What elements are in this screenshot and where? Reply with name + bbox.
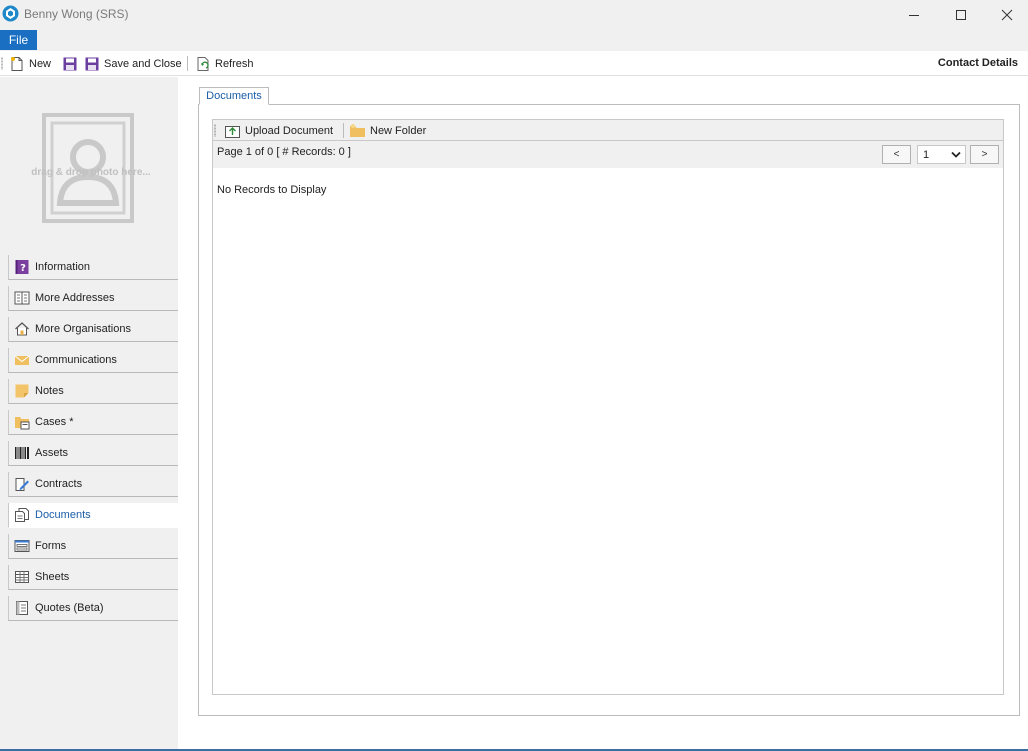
sidebar-item-label: More Addresses (35, 292, 115, 304)
upload-icon (225, 125, 240, 138)
page-select-value: 1 (923, 148, 930, 161)
sidebar-item-label: Documents (35, 509, 91, 521)
new-folder-icon (350, 123, 365, 137)
new-label: New (29, 57, 52, 70)
pager-bar: Page 1 of 0 [ # Records: 0 ] < 1 > (212, 141, 1004, 169)
new-folder-label: New Folder (370, 124, 427, 137)
sidebar-item-quotes[interactable]: Quotes (Beta) (8, 596, 178, 621)
sidebar-item-cases[interactable]: Cases * (8, 410, 178, 435)
save-and-close-button[interactable]: Save and Close (84, 55, 182, 72)
toolbar-separator (187, 56, 188, 71)
contract-pen-icon (15, 478, 29, 491)
sidebar-item-contracts[interactable]: Contracts (8, 472, 178, 497)
documents-toolbar: Upload Document New Folder (212, 119, 1004, 141)
svg-text:?: ? (20, 263, 26, 274)
sidebar-item-forms[interactable]: Forms (8, 534, 178, 559)
tab-documents[interactable]: Documents (199, 87, 269, 105)
sidebar: drag & drop photo here... ? Information … (0, 77, 178, 751)
next-page-button[interactable]: > (970, 145, 999, 164)
quote-doc-icon (16, 601, 28, 615)
documents-icon (15, 508, 29, 522)
sticky-note-icon (15, 384, 29, 398)
chevron-down-icon (951, 151, 961, 158)
upload-document-label: Upload Document (245, 124, 334, 137)
title-bar: Benny Wong (SRS) (0, 0, 1028, 29)
question-book-icon: ? (15, 260, 29, 274)
save-and-close-label: Save and Close (104, 57, 182, 70)
toolbar-grip (1, 57, 3, 70)
section-title: Contact Details (937, 57, 1018, 69)
new-button[interactable]: New (9, 55, 51, 72)
sidebar-item-label: Contracts (35, 478, 83, 490)
sidebar-item-label: Communications (35, 354, 117, 366)
app-logo-icon (2, 5, 19, 22)
toolbar-grip (214, 124, 216, 137)
sidebar-item-label: Sheets (35, 571, 70, 583)
main-toolbar: New Save and Close Refresh Contact Detai… (0, 51, 1028, 76)
sidebar-item-label: Cases * (35, 416, 74, 428)
minimize-button[interactable] (891, 0, 937, 29)
maximize-icon (956, 9, 966, 20)
menu-bar: File (0, 29, 1028, 51)
barcode-icon (15, 447, 29, 459)
sidebar-item-label: Assets (35, 447, 69, 459)
upload-document-button[interactable]: Upload Document (224, 122, 333, 139)
sidebar-item-documents[interactable]: Documents (8, 503, 178, 528)
refresh-button[interactable]: Refresh (195, 55, 254, 72)
new-folder-button[interactable]: New Folder (349, 122, 426, 139)
spreadsheet-icon (15, 571, 29, 583)
save-icon (63, 57, 77, 70)
file-menu[interactable]: File (0, 30, 37, 50)
sidebar-item-label: Information (35, 261, 91, 273)
case-folder-icon (15, 417, 30, 430)
sidebar-item-label: Forms (35, 540, 67, 552)
save-button[interactable] (62, 55, 78, 72)
minimize-icon (909, 14, 919, 16)
sidebar-item-label: Quotes (Beta) (35, 602, 104, 614)
sidebar-item-sheets[interactable]: Sheets (8, 565, 178, 590)
save-close-icon (85, 57, 99, 70)
sidebar-item-communications[interactable]: Communications (8, 348, 178, 373)
sidebar-item-notes[interactable]: Notes (8, 379, 178, 404)
page-info: Page 1 of 0 [ # Records: 0 ] (217, 146, 351, 158)
close-button[interactable] (984, 0, 1028, 29)
documents-list: No Records to Display (212, 168, 1004, 695)
refresh-icon (197, 56, 209, 71)
sidebar-item-more-addresses[interactable]: More Addresses (8, 286, 178, 311)
close-icon (1001, 9, 1013, 20)
page-select[interactable]: 1 (917, 145, 966, 164)
toolbar-separator (343, 123, 344, 138)
empty-message: No Records to Display (217, 184, 327, 196)
sidebar-item-label: More Organisations (35, 323, 131, 335)
window-title: Benny Wong (SRS) (24, 7, 129, 21)
maximize-button[interactable] (938, 0, 984, 29)
sidebar-item-more-organisations[interactable]: More Organisations (8, 317, 178, 342)
new-document-icon (11, 56, 23, 71)
envelope-icon (14, 355, 30, 365)
refresh-label: Refresh (215, 57, 254, 70)
previous-page-button[interactable]: < (882, 145, 911, 164)
house-icon (15, 322, 29, 336)
address-book-icon (14, 291, 30, 305)
form-icon (14, 540, 30, 552)
photo-drop-hint: drag & drop photo here... (31, 167, 151, 178)
sidebar-item-assets[interactable]: Assets (8, 441, 178, 466)
sidebar-item-label: Notes (35, 385, 64, 397)
sidebar-item-information[interactable]: ? Information (8, 255, 178, 280)
